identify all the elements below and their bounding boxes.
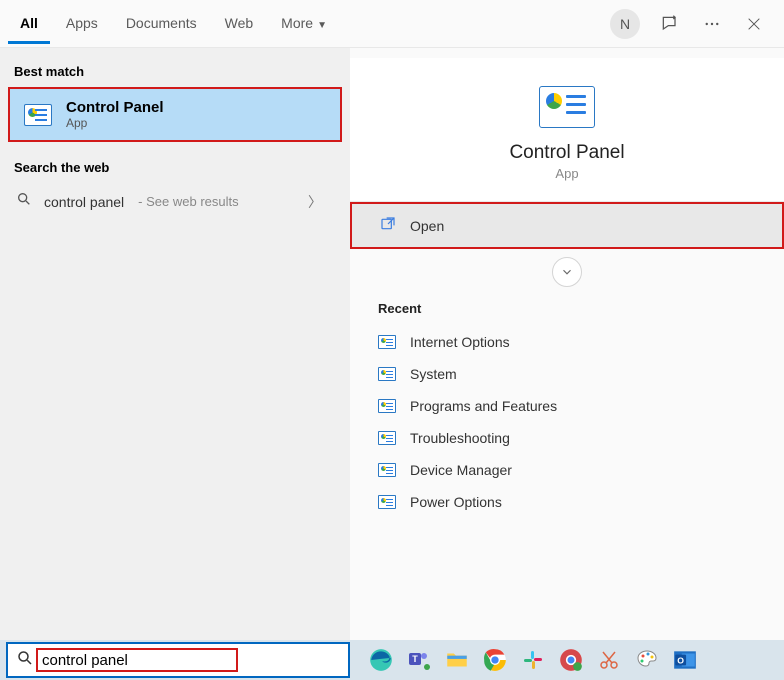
detail-subtitle: App	[370, 166, 764, 181]
tab-label: Web	[225, 15, 254, 31]
web-hint-text: - See web results	[138, 194, 238, 209]
control-panel-icon	[378, 367, 396, 381]
search-icon	[16, 649, 34, 672]
best-match-title: Control Panel	[66, 99, 164, 116]
results-panel: Best match Control Panel App Search the …	[0, 48, 350, 640]
tab-web[interactable]: Web	[213, 3, 266, 44]
chevron-down-icon: ▼	[317, 20, 327, 31]
control-panel-icon	[378, 399, 396, 413]
search-icon	[16, 191, 32, 212]
taskbar-search-box[interactable]	[6, 642, 350, 678]
svg-text:O: O	[677, 655, 684, 665]
tab-label: All	[20, 15, 38, 31]
recent-header: Recent	[378, 301, 756, 316]
svg-text:T: T	[412, 654, 418, 664]
taskbar: T O	[0, 640, 784, 680]
more-options-icon[interactable]	[700, 12, 724, 36]
top-filter-bar: All Apps Documents Web More ▼ N	[0, 0, 784, 48]
control-panel-icon	[539, 86, 595, 128]
control-panel-icon	[378, 431, 396, 445]
web-query-text: control panel	[44, 194, 124, 210]
best-match-header: Best match	[0, 58, 350, 85]
control-panel-icon	[378, 335, 396, 349]
recent-section: Recent Internet Options System Programs …	[350, 293, 784, 526]
tab-label: More	[281, 15, 313, 31]
tab-label: Apps	[66, 15, 98, 31]
best-match-subtitle: App	[66, 116, 164, 130]
expand-area	[350, 249, 784, 293]
avatar-initial: N	[620, 16, 630, 32]
recent-item-programs-and-features[interactable]: Programs and Features	[378, 390, 756, 422]
teams-icon[interactable]: T	[404, 645, 434, 675]
control-panel-icon	[378, 463, 396, 477]
feedback-icon[interactable]	[658, 12, 682, 36]
best-match-text: Control Panel App	[66, 99, 164, 130]
chrome-canary-icon[interactable]	[556, 645, 586, 675]
recent-item-system[interactable]: System	[378, 358, 756, 390]
recent-item-label: Device Manager	[410, 462, 512, 478]
recent-item-troubleshooting[interactable]: Troubleshooting	[378, 422, 756, 454]
recent-item-label: Power Options	[410, 494, 502, 510]
outlook-icon[interactable]: O	[670, 645, 700, 675]
search-web-header: Search the web	[0, 154, 350, 181]
tab-label: Documents	[126, 15, 197, 31]
recent-item-label: Internet Options	[410, 334, 510, 350]
detail-header: Control Panel App	[350, 58, 784, 202]
chevron-right-icon: 〉	[308, 192, 334, 212]
open-action[interactable]: Open	[350, 202, 784, 249]
content-area: Best match Control Panel App Search the …	[0, 48, 784, 640]
tab-all[interactable]: All	[8, 3, 50, 44]
close-icon[interactable]	[742, 12, 766, 36]
control-panel-icon	[24, 104, 52, 126]
snip-icon[interactable]	[594, 645, 624, 675]
chevron-down-icon	[560, 265, 574, 279]
best-match-item-control-panel[interactable]: Control Panel App	[8, 87, 342, 142]
detail-title: Control Panel	[370, 142, 764, 164]
open-icon	[380, 216, 396, 235]
tab-apps[interactable]: Apps	[54, 3, 110, 44]
tab-more[interactable]: More ▼	[269, 3, 339, 44]
filter-tabs: All Apps Documents Web More ▼	[8, 3, 339, 44]
chrome-icon[interactable]	[480, 645, 510, 675]
recent-item-internet-options[interactable]: Internet Options	[378, 326, 756, 358]
edge-icon[interactable]	[366, 645, 396, 675]
recent-item-device-manager[interactable]: Device Manager	[378, 454, 756, 486]
tab-documents[interactable]: Documents	[114, 3, 209, 44]
recent-item-label: Troubleshooting	[410, 430, 510, 446]
web-result-item[interactable]: control panel - See web results 〉	[0, 181, 350, 222]
control-panel-icon	[378, 495, 396, 509]
open-label: Open	[410, 218, 444, 234]
detail-panel: Control Panel App Open Recent Internet O…	[350, 48, 784, 640]
top-right-controls: N	[610, 9, 776, 39]
file-explorer-icon[interactable]	[442, 645, 472, 675]
recent-item-label: System	[410, 366, 457, 382]
expand-button[interactable]	[552, 257, 582, 287]
taskbar-pinned-apps: T O	[366, 645, 700, 675]
paint-icon[interactable]	[632, 645, 662, 675]
slack-icon[interactable]	[518, 645, 548, 675]
user-avatar[interactable]: N	[610, 9, 640, 39]
search-input[interactable]	[42, 652, 340, 669]
recent-item-power-options[interactable]: Power Options	[378, 486, 756, 518]
recent-item-label: Programs and Features	[410, 398, 557, 414]
